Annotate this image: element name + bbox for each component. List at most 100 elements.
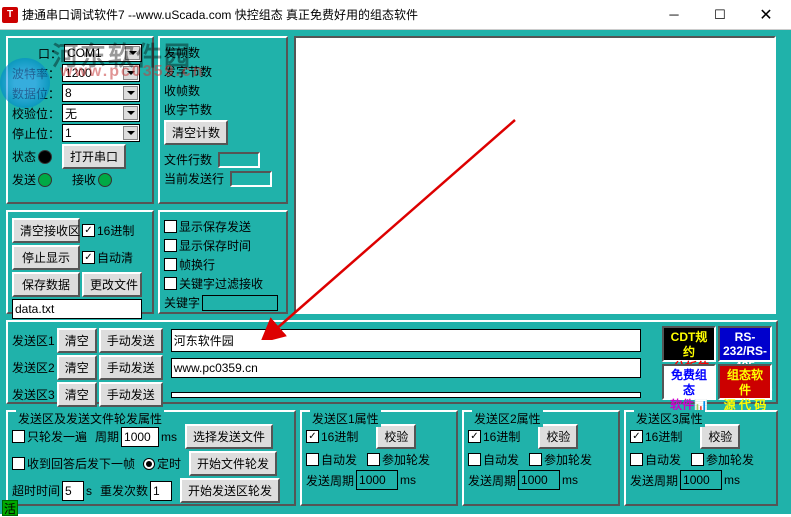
save-data-button[interactable]: 保存数据 bbox=[12, 272, 80, 297]
period-label: 周期 bbox=[95, 428, 119, 445]
send-area2-input[interactable]: www.pc0359.cn bbox=[171, 358, 641, 378]
port-label: 口： bbox=[12, 45, 62, 62]
timeout-input[interactable]: 5 bbox=[62, 481, 84, 501]
area3-props-title: 发送区3属性 bbox=[634, 410, 705, 427]
start-file-poll-button[interactable]: 开始文件轮发 bbox=[189, 451, 277, 476]
a2-check-button[interactable]: 校验 bbox=[538, 424, 578, 449]
disp-opts-panel: 显示保存发送 显示保存时间 帧换行 关键字过滤接收 关键字 bbox=[158, 210, 288, 314]
file-lines-label: 文件行数 bbox=[164, 151, 212, 168]
receive-textarea[interactable] bbox=[294, 36, 776, 314]
area3-props-panel: 发送区3属性 ✓16进制校验 自动发参加轮发 发送周期1000ms bbox=[624, 410, 778, 506]
period-input[interactable]: 1000 bbox=[121, 427, 159, 447]
area2-props-panel: 发送区2属性 ✓16进制校验 自动发参加轮发 发送周期1000ms bbox=[462, 410, 620, 506]
a1-check-button[interactable]: 校验 bbox=[376, 424, 416, 449]
keyword-label: 关键字 bbox=[164, 294, 200, 311]
send-label: 发送 bbox=[12, 171, 36, 188]
a1-period-input[interactable]: 1000 bbox=[356, 470, 398, 490]
timeout-label: 超时时间 bbox=[12, 482, 60, 499]
clear-count-button[interactable]: 清空计数 bbox=[164, 120, 228, 145]
clear3-button[interactable]: 清空 bbox=[57, 382, 97, 407]
autoclear-check[interactable]: ✓自动清 bbox=[82, 249, 133, 266]
send-frames-label: 发帧数 bbox=[164, 44, 200, 61]
file-lines-value bbox=[218, 152, 260, 168]
status-indicator: 活 bbox=[2, 500, 18, 516]
send-areas-panel: 发送区1 清空 手动发送 河东软件园 发送区2 清空 手动发送 www.pc03… bbox=[6, 320, 778, 404]
status-led bbox=[38, 150, 52, 164]
clear-recv-button[interactable]: 清空接收区 bbox=[12, 218, 80, 243]
databits-label: 数据位： bbox=[12, 85, 60, 102]
manual-send1-button[interactable]: 手动发送 bbox=[99, 328, 163, 353]
rs-badge[interactable]: RS-232/RS-485波仕电子www.bosi.com.cn bbox=[718, 326, 772, 362]
poll-panel: 发送区及发送文件轮发属性 只轮发一遍 周期 1000 ms 选择发送文件 收到回… bbox=[6, 410, 296, 506]
manual-send3-button[interactable]: 手动发送 bbox=[99, 382, 163, 407]
baud-label: 波特率： bbox=[12, 65, 60, 82]
a1-period-label: 发送周期 bbox=[306, 472, 354, 489]
send-area3-label: 发送区3 bbox=[12, 386, 55, 403]
manual-send2-button[interactable]: 手动发送 bbox=[99, 355, 163, 380]
filename-input[interactable]: data.txt bbox=[12, 299, 142, 319]
start-area-poll-button[interactable]: 开始发送区轮发 bbox=[180, 478, 280, 503]
a3-hex-check[interactable]: ✓16进制 bbox=[630, 428, 682, 445]
recv-label: 接收 bbox=[72, 171, 96, 188]
clear2-button[interactable]: 清空 bbox=[57, 355, 97, 380]
current-line-value bbox=[230, 171, 272, 187]
timed-radio[interactable]: 定时 bbox=[143, 455, 181, 472]
window-title: 捷通串口调试软件7 --www.uScada.com 快控组态 真正免费好用的组… bbox=[22, 6, 651, 23]
a2-auto-check[interactable]: 自动发 bbox=[468, 451, 519, 468]
status-label: 状态 bbox=[12, 148, 36, 165]
send-led bbox=[38, 173, 52, 187]
a2-poll-check[interactable]: 参加轮发 bbox=[529, 451, 592, 468]
parity-label: 校验位： bbox=[12, 105, 60, 122]
show-save-time-check[interactable]: 显示保存时间 bbox=[164, 237, 251, 254]
stopbits-label: 停止位： bbox=[12, 125, 60, 142]
titlebar: T 捷通串口调试软件7 --www.uScada.com 快控组态 真正免费好用… bbox=[0, 0, 791, 30]
recv-led bbox=[98, 173, 112, 187]
baud-select[interactable]: 1200 bbox=[62, 64, 140, 82]
a2-hex-check[interactable]: ✓16进制 bbox=[468, 428, 520, 445]
area1-props-title: 发送区1属性 bbox=[310, 410, 381, 427]
send-area1-input[interactable]: 河东软件园 bbox=[171, 329, 641, 352]
serial-panel: 口：COM1 波特率：1200 数据位：8 校验位：无 停止位：1 状态 打开串口… bbox=[6, 36, 154, 204]
databits-select[interactable]: 8 bbox=[62, 84, 140, 102]
hex-check[interactable]: ✓16进制 bbox=[82, 222, 134, 239]
a3-check-button[interactable]: 校验 bbox=[700, 424, 740, 449]
area2-props-title: 发送区2属性 bbox=[472, 410, 543, 427]
a1-hex-check[interactable]: ✓16进制 bbox=[306, 428, 358, 445]
port-select[interactable]: COM1 bbox=[64, 44, 142, 62]
recv-bytes-label: 收字节数 bbox=[164, 101, 212, 118]
change-file-button[interactable]: 更改文件 bbox=[82, 272, 142, 297]
maximize-button[interactable]: ☐ bbox=[697, 1, 743, 29]
frame-wrap-check[interactable]: 帧换行 bbox=[164, 256, 215, 273]
stop-display-button[interactable]: 停止显示 bbox=[12, 245, 80, 270]
poll-title: 发送区及发送文件轮发属性 bbox=[16, 410, 164, 427]
a1-auto-check[interactable]: 自动发 bbox=[306, 451, 357, 468]
a3-poll-check[interactable]: 参加轮发 bbox=[691, 451, 754, 468]
free-badge[interactable]: 免费组态软件📊 bbox=[662, 364, 716, 400]
stats-panel: 发帧数 发字节数 收帧数 收字节数 清空计数 文件行数 当前发送行 bbox=[158, 36, 288, 204]
area1-props-panel: 发送区1属性 ✓16进制校验 自动发参加轮发 发送周期1000ms bbox=[300, 410, 458, 506]
retry-label: 重发次数 bbox=[100, 482, 148, 499]
source-badge[interactable]: 组态软件源 代 码 bbox=[718, 364, 772, 400]
recv-frames-label: 收帧数 bbox=[164, 82, 200, 99]
keyword-input[interactable] bbox=[202, 295, 278, 311]
a3-period-input[interactable]: 1000 bbox=[680, 470, 722, 490]
a1-poll-check[interactable]: 参加轮发 bbox=[367, 451, 430, 468]
minimize-button[interactable]: ─ bbox=[651, 1, 697, 29]
select-file-button[interactable]: 选择发送文件 bbox=[185, 424, 273, 449]
close-button[interactable]: ✕ bbox=[743, 1, 789, 29]
open-port-button[interactable]: 打开串口 bbox=[62, 144, 126, 169]
keyword-filter-check[interactable]: 关键字过滤接收 bbox=[164, 275, 263, 292]
only-once-check[interactable]: 只轮发一遍 bbox=[12, 428, 87, 445]
stopbits-select[interactable]: 1 bbox=[62, 124, 140, 142]
clear1-button[interactable]: 清空 bbox=[57, 328, 97, 353]
wait-reply-check[interactable]: 收到回答后发下一帧 bbox=[12, 455, 135, 472]
current-line-label: 当前发送行 bbox=[164, 170, 224, 187]
parity-select[interactable]: 无 bbox=[62, 104, 140, 122]
show-save-send-check[interactable]: 显示保存发送 bbox=[164, 218, 251, 235]
a2-period-label: 发送周期 bbox=[468, 472, 516, 489]
retry-input[interactable]: 1 bbox=[150, 481, 172, 501]
a3-auto-check[interactable]: 自动发 bbox=[630, 451, 681, 468]
send-area3-input[interactable] bbox=[171, 392, 641, 398]
cdt-badge[interactable]: CDT规约分析仿真 bbox=[662, 326, 716, 362]
a2-period-input[interactable]: 1000 bbox=[518, 470, 560, 490]
